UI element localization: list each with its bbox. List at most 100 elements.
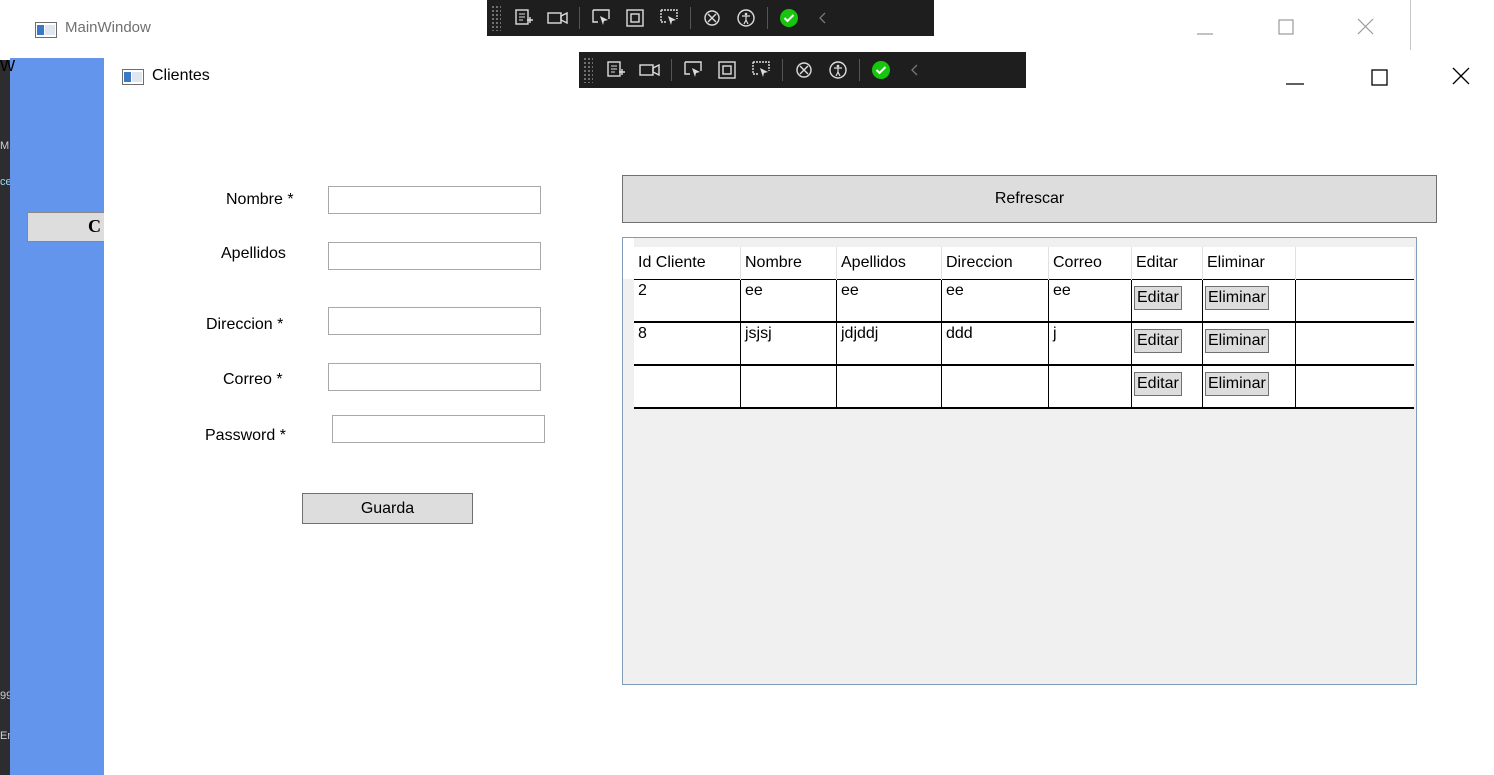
grid-header-row: Id Cliente Nombre Apellidos Direccion Co…: [634, 247, 1414, 280]
cell-direccion[interactable]: [941, 365, 1049, 409]
cell-nombre[interactable]: [740, 365, 837, 409]
direccion-input[interactable]: [328, 307, 541, 335]
record-icon[interactable]: [637, 57, 663, 83]
accessibility-icon[interactable]: [733, 5, 759, 31]
grid-row-header-corner: [623, 238, 634, 279]
column-header-apellidos[interactable]: Apellidos: [836, 247, 942, 280]
cell-nombre[interactable]: ee: [740, 279, 837, 323]
cell-eliminar: Eliminar: [1202, 365, 1296, 409]
cell-filler: [1295, 322, 1414, 366]
close-icon[interactable]: [1353, 14, 1377, 38]
hot-reload-icon[interactable]: [791, 57, 817, 83]
toolbar-separator: [690, 7, 691, 29]
record-icon[interactable]: [545, 5, 571, 31]
column-header-id-cliente[interactable]: Id Cliente: [634, 247, 741, 280]
main-window-button-label: C: [88, 216, 101, 236]
select-element-icon[interactable]: [588, 5, 614, 31]
debug-toolbar-main: [487, 0, 934, 36]
column-header-nombre[interactable]: Nombre: [740, 247, 837, 280]
nombre-label: Nombre *: [226, 191, 294, 208]
cell-nombre[interactable]: jsjsj: [740, 322, 837, 366]
toolbar-separator: [767, 7, 768, 29]
column-header-correo[interactable]: Correo: [1048, 247, 1132, 280]
collapse-chevron-icon[interactable]: [810, 5, 836, 31]
cell-id-cliente[interactable]: 8: [634, 322, 741, 366]
editar-button[interactable]: Editar: [1134, 286, 1182, 310]
toolbar-grip[interactable]: [491, 5, 501, 31]
cell-direccion[interactable]: ee: [941, 279, 1049, 323]
collapse-chevron-icon[interactable]: [902, 57, 928, 83]
window-icon: [35, 22, 57, 38]
eliminar-button[interactable]: Eliminar: [1205, 286, 1269, 310]
cell-apellidos[interactable]: [836, 365, 942, 409]
cell-editar: Editar: [1131, 279, 1203, 323]
binding-ok-icon[interactable]: [868, 57, 894, 83]
track-focus-icon[interactable]: [656, 5, 682, 31]
display-adorners-icon[interactable]: [714, 57, 740, 83]
cell-apellidos[interactable]: ee: [836, 279, 942, 323]
editar-button[interactable]: Editar: [1134, 372, 1182, 396]
cell-editar: Editar: [1131, 365, 1203, 409]
main-window-text: W: [0, 58, 16, 75]
cell-correo[interactable]: j: [1048, 322, 1132, 366]
clientes-window-title: Clientes: [152, 67, 210, 84]
track-focus-icon[interactable]: [748, 57, 774, 83]
cell-id-cliente[interactable]: [634, 365, 741, 409]
column-header-editar[interactable]: Editar: [1131, 247, 1203, 280]
editar-button[interactable]: Editar: [1134, 329, 1182, 353]
toolbar-separator: [859, 59, 860, 81]
minimize-icon[interactable]: [1193, 14, 1217, 38]
binding-ok-icon[interactable]: [776, 5, 802, 31]
cell-eliminar: Eliminar: [1202, 279, 1296, 323]
close-icon[interactable]: [1448, 63, 1474, 89]
select-element-icon[interactable]: [680, 57, 706, 83]
table-row-new[interactable]: Editar Eliminar: [634, 365, 1414, 409]
minimize-icon[interactable]: [1282, 63, 1308, 89]
cell-apellidos[interactable]: jdjddj: [836, 322, 942, 366]
cell-correo[interactable]: ee: [1048, 279, 1132, 323]
cell-filler: [1295, 279, 1414, 323]
toolbar-separator: [579, 7, 580, 29]
main-window-content: [10, 58, 114, 775]
live-visual-tree-icon[interactable]: [603, 57, 629, 83]
maximize-icon[interactable]: [1366, 63, 1392, 89]
toolbar-separator: [782, 59, 783, 81]
direccion-label: Direccion *: [206, 316, 284, 333]
toolbar-separator: [671, 59, 672, 81]
apellidos-input[interactable]: [328, 242, 541, 270]
ide-side-strip: M ce 99 Er: [0, 0, 12, 775]
window-icon: [122, 69, 144, 85]
ide-fragment: M: [0, 140, 10, 152]
debug-toolbar-clientes: [579, 52, 1026, 88]
clientes-table: Id Cliente Nombre Apellidos Direccion Co…: [634, 247, 1414, 409]
cell-editar: Editar: [1131, 322, 1203, 366]
cell-filler: [1295, 365, 1414, 409]
cell-id-cliente[interactable]: 2: [634, 279, 741, 323]
maximize-icon[interactable]: [1275, 14, 1299, 38]
cell-direccion[interactable]: ddd: [941, 322, 1049, 366]
guarda-button[interactable]: Guarda: [302, 493, 473, 524]
column-header-eliminar[interactable]: Eliminar: [1202, 247, 1296, 280]
eliminar-button[interactable]: Eliminar: [1205, 329, 1269, 353]
clientes-datagrid[interactable]: Id Cliente Nombre Apellidos Direccion Co…: [622, 237, 1417, 685]
main-window-title: MainWindow: [65, 19, 151, 36]
clientes-window: Clientes Nombre * Apellidos Direccion * …: [104, 50, 1494, 775]
live-visual-tree-icon[interactable]: [511, 5, 537, 31]
correo-input[interactable]: [328, 363, 541, 391]
table-row[interactable]: 2 ee ee ee ee Editar Eliminar: [634, 279, 1414, 323]
cell-correo[interactable]: [1048, 365, 1132, 409]
display-adorners-icon[interactable]: [622, 5, 648, 31]
eliminar-button[interactable]: Eliminar: [1205, 372, 1269, 396]
password-label: Password *: [205, 427, 286, 444]
refrescar-button[interactable]: Refrescar: [622, 175, 1437, 223]
table-row[interactable]: 8 jsjsj jdjddj ddd j Editar Eliminar: [634, 322, 1414, 366]
password-input[interactable]: [332, 415, 545, 443]
column-header-direccion[interactable]: Direccion: [941, 247, 1049, 280]
nombre-input[interactable]: [328, 186, 541, 214]
column-header-filler: [1295, 247, 1414, 280]
accessibility-icon[interactable]: [825, 57, 851, 83]
apellidos-label: Apellidos: [221, 245, 286, 262]
correo-label: Correo *: [223, 371, 283, 388]
toolbar-grip[interactable]: [583, 57, 593, 83]
hot-reload-icon[interactable]: [699, 5, 725, 31]
